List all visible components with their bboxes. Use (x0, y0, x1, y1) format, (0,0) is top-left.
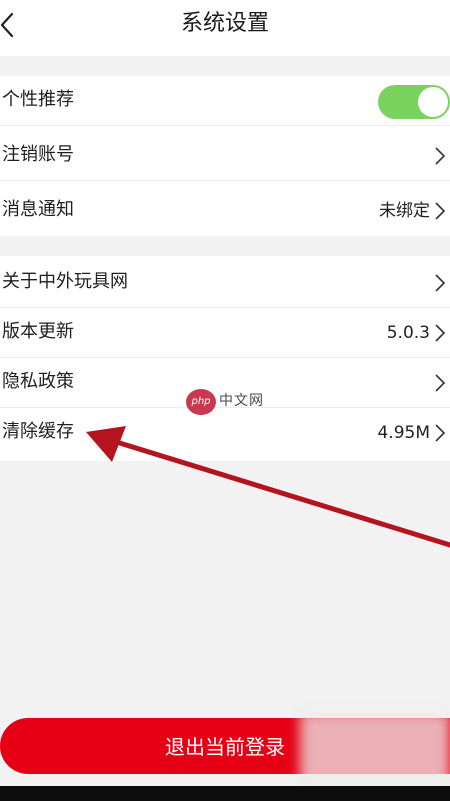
chevron-right-icon (435, 202, 446, 220)
setting-value: 4.95M (377, 423, 430, 443)
watermark-logo: php (186, 389, 216, 415)
chevron-right-icon (435, 324, 446, 342)
setting-label: 清除缓存 (2, 421, 74, 442)
top-nav-bar: 系统设置 (0, 0, 450, 56)
bottom-edge-bar (0, 786, 450, 801)
settings-group-app: 关于中外玩具网 版本更新 5.0.3 隐私政策 清除缓存 4.95M (0, 256, 450, 461)
setting-row-clear-cache[interactable]: 清除缓存 4.95M (0, 408, 450, 458)
toggle-knob (418, 87, 448, 117)
chevron-right-icon (435, 274, 446, 292)
setting-label: 隐私政策 (2, 371, 74, 392)
chevron-right-icon (435, 147, 446, 165)
setting-label: 个性推荐 (2, 89, 74, 110)
setting-label: 版本更新 (2, 321, 74, 342)
chevron-right-icon (435, 374, 446, 392)
setting-value: 5.0.3 (386, 323, 430, 343)
setting-row-about[interactable]: 关于中外玩具网 (0, 258, 450, 308)
settings-group-account: 个性推荐 注销账号 消息通知 未绑定 (0, 76, 450, 236)
setting-row-message-notification[interactable]: 消息通知 未绑定 (0, 186, 450, 236)
page-title: 系统设置 (180, 11, 269, 36)
setting-label: 消息通知 (2, 199, 74, 220)
setting-label: 注销账号 (2, 144, 74, 165)
setting-label: 关于中外玩具网 (2, 271, 128, 292)
chevron-right-icon (435, 424, 446, 442)
setting-row-delete-account[interactable]: 注销账号 (0, 131, 450, 181)
setting-row-personal-recommend[interactable]: 个性推荐 (0, 76, 450, 126)
personal-recommend-toggle[interactable] (378, 85, 450, 119)
blur-overlay (300, 712, 450, 792)
setting-value: 未绑定 (379, 201, 430, 221)
watermark-text: 中文网 (219, 393, 264, 409)
setting-row-version-update[interactable]: 版本更新 5.0.3 (0, 308, 450, 358)
